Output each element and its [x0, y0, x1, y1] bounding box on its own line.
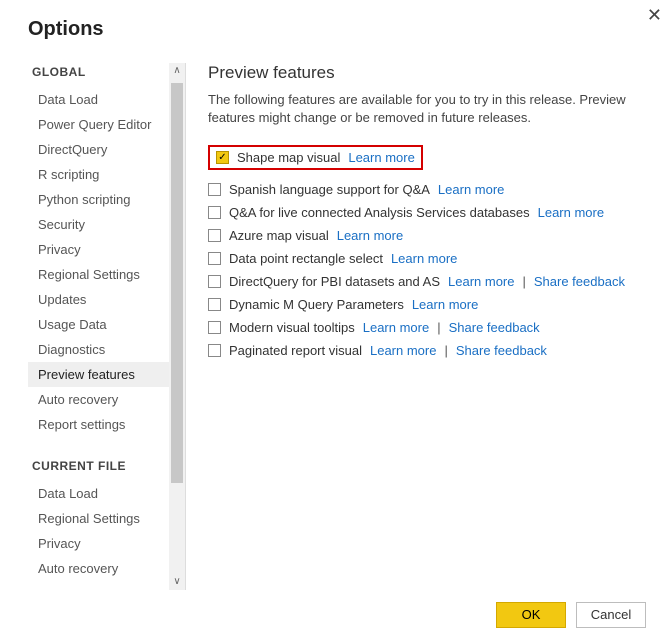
feature-label: Data point rectangle select [229, 251, 383, 266]
feature-row: Azure map visual Learn more [208, 224, 640, 247]
sidebar-item[interactable]: Python scripting [28, 187, 169, 212]
feature-row: DirectQuery for PBI datasets and AS Learn… [208, 270, 640, 293]
sidebar-item[interactable]: Regional Settings [28, 506, 169, 531]
feature-checkbox[interactable] [208, 344, 221, 357]
options-dialog: ✕ Options GLOBAL Data LoadPower Query Ed… [0, 0, 672, 644]
sidebar-item[interactable]: Power Query Editor [28, 112, 169, 137]
sidebar-item[interactable]: R scripting [28, 162, 169, 187]
feature-row: Q&A for live connected Analysis Services… [208, 201, 640, 224]
feature-checkbox[interactable] [208, 275, 221, 288]
dialog-body: GLOBAL Data LoadPower Query EditorDirect… [28, 63, 650, 590]
sidebar-item[interactable]: Data Load [28, 481, 169, 506]
sidebar-item[interactable]: Privacy [28, 531, 169, 556]
learn-more-link[interactable]: Learn more [412, 297, 478, 312]
feature-row: Paginated report visual Learn more | Share … [208, 339, 640, 362]
feature-checkbox[interactable]: ✓ [216, 151, 229, 164]
separator: | [522, 274, 525, 289]
feature-label: Shape map visual [237, 150, 340, 165]
feature-row: Modern visual tooltips Learn more | Share f… [208, 316, 640, 339]
feature-row: Spanish language support for Q&A Learn mo… [208, 178, 640, 201]
sidebar-item[interactable]: Preview features [28, 362, 169, 387]
feature-label: Dynamic M Query Parameters [229, 297, 404, 312]
scrollbar[interactable]: ∧ ∨ [169, 63, 185, 590]
feature-checkbox[interactable] [208, 206, 221, 219]
sidebar-item[interactable]: Data Load [28, 87, 169, 112]
feature-label: Paginated report visual [229, 343, 362, 358]
feature-list: ✓Shape map visualLearn moreSpanish langu… [208, 141, 640, 362]
panel-heading: Preview features [208, 63, 640, 83]
share-feedback-link[interactable]: Share feedback [449, 320, 540, 335]
panel-intro: The following features are available for… [208, 91, 640, 127]
feature-label: Spanish language support for Q&A [229, 182, 430, 197]
main-panel: Preview features The following features … [186, 63, 650, 590]
separator: | [444, 343, 447, 358]
feature-label: Modern visual tooltips [229, 320, 355, 335]
feature-checkbox[interactable] [208, 298, 221, 311]
feature-label: Azure map visual [229, 228, 329, 243]
feature-row: Data point rectangle select Learn more [208, 247, 640, 270]
sidebar-item[interactable]: DirectQuery [28, 137, 169, 162]
dialog-footer: OK Cancel [28, 590, 650, 628]
separator: | [437, 320, 440, 335]
close-icon[interactable]: ✕ [647, 6, 662, 24]
learn-more-link[interactable]: Learn more [363, 320, 429, 335]
highlighted-feature: ✓ Shape map visual Learn more [208, 145, 423, 170]
learn-more-link[interactable]: Learn more [370, 343, 436, 358]
sidebar-item[interactable]: Auto recovery [28, 387, 169, 412]
feature-row: ✓ Shape map visual Learn more [208, 141, 640, 178]
sidebar-item[interactable]: Usage Data [28, 312, 169, 337]
cancel-button[interactable]: Cancel [576, 602, 646, 628]
share-feedback-link[interactable]: Share feedback [534, 274, 625, 289]
learn-more-link[interactable]: Learn more [448, 274, 514, 289]
feature-checkbox[interactable] [208, 321, 221, 334]
sidebar-item[interactable]: Updates [28, 287, 169, 312]
learn-more-link[interactable]: Learn more [538, 205, 604, 220]
sidebar: GLOBAL Data LoadPower Query EditorDirect… [28, 63, 186, 590]
share-feedback-link[interactable]: Share feedback [456, 343, 547, 358]
ok-button[interactable]: OK [496, 602, 566, 628]
chevron-down-icon[interactable]: ∨ [169, 574, 185, 590]
learn-more-link[interactable]: Learn more [337, 228, 403, 243]
sidebar-item[interactable]: Auto recovery [28, 556, 169, 581]
sidebar-section-current-file: CURRENT FILE [32, 459, 169, 473]
chevron-up-icon[interactable]: ∧ [169, 63, 185, 79]
sidebar-section-global: GLOBAL [32, 65, 169, 79]
sidebar-list: GLOBAL Data LoadPower Query EditorDirect… [28, 63, 169, 590]
sidebar-item[interactable]: Diagnostics [28, 337, 169, 362]
learn-more-link[interactable]: Learn more [348, 150, 414, 165]
feature-checkbox[interactable] [208, 183, 221, 196]
feature-label: DirectQuery for PBI datasets and AS [229, 274, 440, 289]
scrollbar-thumb[interactable] [171, 83, 183, 483]
feature-row: Dynamic M Query Parameters Learn more [208, 293, 640, 316]
dialog-title: Options [28, 18, 650, 41]
learn-more-link[interactable]: Learn more [438, 182, 504, 197]
sidebar-item[interactable]: Regional Settings [28, 262, 169, 287]
sidebar-item[interactable]: Security [28, 212, 169, 237]
sidebar-item[interactable]: Report settings [28, 412, 169, 437]
feature-checkbox[interactable] [208, 252, 221, 265]
sidebar-item[interactable]: Privacy [28, 237, 169, 262]
feature-checkbox[interactable] [208, 229, 221, 242]
learn-more-link[interactable]: Learn more [391, 251, 457, 266]
feature-label: Q&A for live connected Analysis Services… [229, 205, 530, 220]
